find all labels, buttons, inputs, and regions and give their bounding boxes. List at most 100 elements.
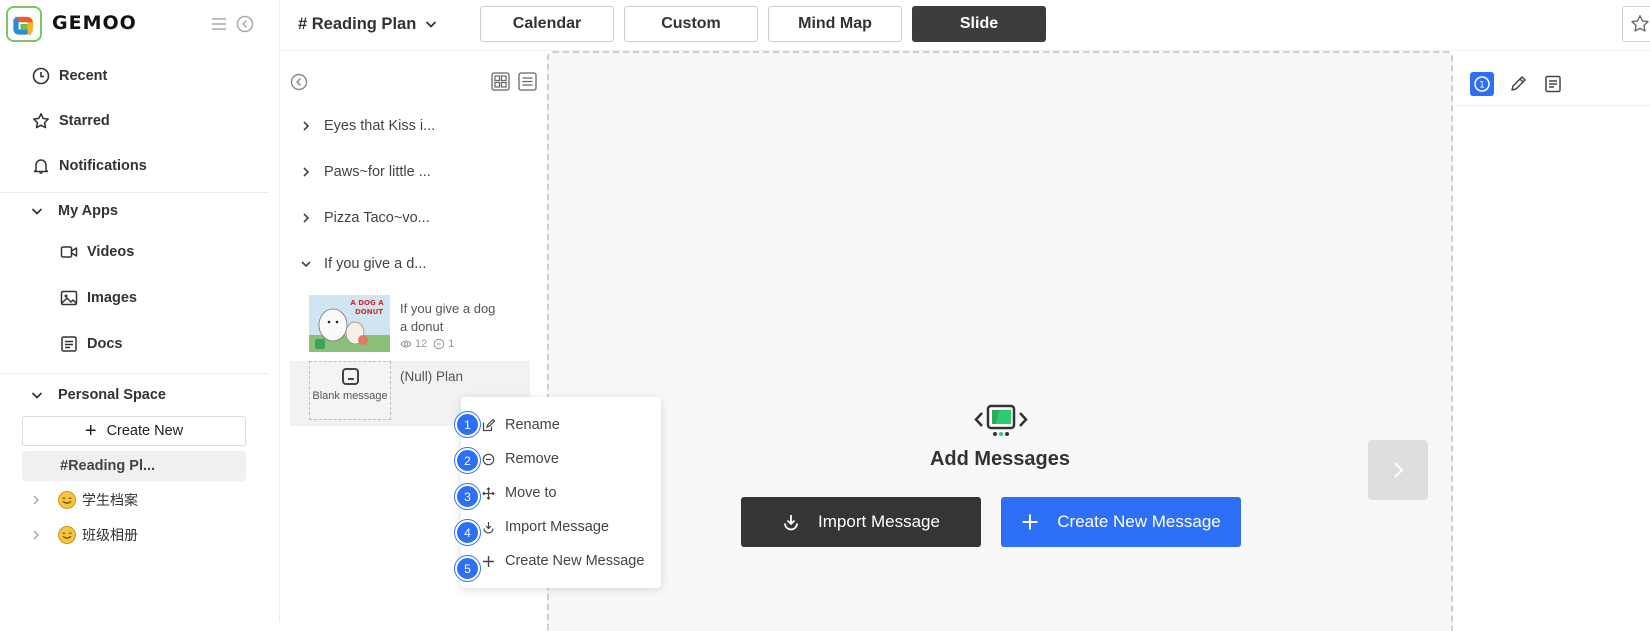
add-messages-icon xyxy=(973,403,1029,437)
outline-item[interactable]: Pizza Taco~vo... xyxy=(300,206,430,230)
my-apps-header[interactable]: My Apps xyxy=(30,199,118,223)
outline-item-label: Pizza Taco~vo... xyxy=(324,210,430,226)
book-thumb-text: A DOG A xyxy=(350,299,384,307)
plus-icon: + xyxy=(84,420,97,442)
create-new-message-button[interactable]: Create New Message xyxy=(1001,497,1241,547)
chevron-right-icon[interactable] xyxy=(30,529,42,541)
step-badge: 4 xyxy=(455,520,480,545)
sidebar-item-videos-label: Videos xyxy=(87,244,135,260)
import-message-button[interactable]: Import Message xyxy=(741,497,981,547)
grid-view-icon[interactable] xyxy=(491,72,510,91)
smile-emoji-icon xyxy=(58,491,76,509)
import-icon xyxy=(482,521,495,534)
menu-item-label: Rename xyxy=(505,417,560,433)
plus-icon xyxy=(482,555,495,568)
eye-icon xyxy=(400,338,412,350)
plan-title-dropdown[interactable]: # Reading Plan xyxy=(298,12,438,36)
chevron-down-icon xyxy=(424,17,438,31)
nav-recent-label: Recent xyxy=(59,68,108,84)
null-plan-label[interactable]: (Null) Plan xyxy=(400,369,463,384)
book-stats: 12 1 xyxy=(400,338,454,350)
sidebar-item-reading-plan[interactable]: #Reading Pl... xyxy=(22,451,246,481)
outline-item[interactable]: Paws~for little ... xyxy=(300,160,431,184)
tab-mind-map[interactable]: Mind Map xyxy=(768,6,902,42)
collapse-sidebar-icon[interactable] xyxy=(236,15,254,33)
chevron-down-icon[interactable] xyxy=(300,258,312,270)
sidebar: GEMOO Recent Starred Notifications My Ap… xyxy=(0,0,280,622)
sidebar-item-student-files-label: 学生档案 xyxy=(82,492,138,508)
menu-item-label: Remove xyxy=(505,451,559,467)
my-apps-label: My Apps xyxy=(58,203,118,219)
create-new-button[interactable]: + Create New xyxy=(22,416,246,446)
pencil-tool-button[interactable] xyxy=(1506,72,1530,96)
step-badge: 3 xyxy=(455,484,480,509)
book-title[interactable]: If you give a dog a donut xyxy=(400,300,500,336)
next-slide-button[interactable] xyxy=(1368,440,1428,500)
step-badge: 2 xyxy=(455,448,480,473)
number-one-icon: 1 xyxy=(1472,74,1492,94)
menu-item-create-new-message[interactable]: Create New Message xyxy=(482,549,644,573)
move-icon xyxy=(482,486,495,500)
edit-icon xyxy=(482,418,495,432)
menu-item-move-to[interactable]: Move to xyxy=(482,481,557,505)
outline-item-label: If you give a d... xyxy=(324,256,427,272)
personal-space-label: Personal Space xyxy=(58,387,166,403)
gemoo-logo[interactable] xyxy=(6,6,42,42)
chevron-right-icon xyxy=(1388,460,1408,480)
create-new-message-label: Create New Message xyxy=(1057,512,1221,531)
menu-item-remove[interactable]: Remove xyxy=(482,447,559,471)
chevron-right-icon[interactable] xyxy=(30,494,42,506)
outline-item-expanded[interactable]: If you give a d... xyxy=(300,252,426,276)
create-new-label: Create New xyxy=(106,423,184,439)
menu-item-rename[interactable]: Rename xyxy=(482,413,560,437)
sidebar-item-videos[interactable]: Videos xyxy=(60,240,134,264)
sidebar-item-class-album[interactable]: 班级相册 xyxy=(30,523,138,547)
doc-icon xyxy=(60,335,78,353)
minus-circle-icon xyxy=(482,453,495,466)
smile-emoji-icon xyxy=(58,526,76,544)
menu-item-label: Create New Message xyxy=(505,553,645,569)
sidebar-divider xyxy=(0,192,268,193)
nav-notifications[interactable]: Notifications xyxy=(32,154,147,178)
numbering-tool-button[interactable]: 1 xyxy=(1470,72,1494,96)
list-view-icon[interactable] xyxy=(518,72,537,91)
blank-message-label: Blank message xyxy=(312,390,388,402)
chevron-right-icon[interactable] xyxy=(300,166,312,178)
star-button[interactable] xyxy=(1622,6,1650,42)
sidebar-item-class-album-label: 班级相册 xyxy=(82,527,138,543)
menu-item-import-message[interactable]: Import Message xyxy=(482,515,609,539)
chevron-right-icon[interactable] xyxy=(300,212,312,224)
plan-title: # Reading Plan xyxy=(298,14,417,33)
chevron-right-icon[interactable] xyxy=(300,120,312,132)
chevron-down-icon xyxy=(30,388,44,402)
tab-custom[interactable]: Custom xyxy=(624,6,758,42)
sidebar-item-images[interactable]: Images xyxy=(60,286,137,310)
collapse-menu-icon[interactable] xyxy=(210,15,228,33)
blank-message-icon xyxy=(341,368,359,385)
clock-icon xyxy=(32,67,50,85)
sidebar-item-docs[interactable]: Docs xyxy=(60,332,122,356)
blank-message-card[interactable]: Blank message xyxy=(309,361,391,420)
nav-starred[interactable]: Starred xyxy=(32,109,110,133)
menu-item-label: Move to xyxy=(505,485,557,501)
slide-canvas xyxy=(547,51,1453,631)
tab-slide[interactable]: Slide xyxy=(912,6,1046,42)
tab-calendar[interactable]: Calendar xyxy=(480,6,614,42)
nav-notifications-label: Notifications xyxy=(59,158,147,174)
book-thumbnail[interactable]: A DOG A DONUT xyxy=(309,295,390,352)
outline-item-label: Eyes that Kiss i... xyxy=(324,118,436,134)
step-badge: 1 xyxy=(455,412,480,437)
sidebar-item-student-files[interactable]: 学生档案 xyxy=(30,488,138,512)
import-message-label: Import Message xyxy=(818,512,940,531)
outline-item[interactable]: Eyes that Kiss i... xyxy=(300,114,435,138)
svg-text:DONUT: DONUT xyxy=(355,308,383,316)
sidebar-item-docs-label: Docs xyxy=(87,336,123,352)
notes-tool-button[interactable] xyxy=(1541,72,1565,96)
personal-space-header[interactable]: Personal Space xyxy=(30,383,166,407)
nav-starred-label: Starred xyxy=(59,113,110,129)
add-messages-title: Add Messages xyxy=(929,448,1071,470)
sidebar-item-images-label: Images xyxy=(87,290,137,306)
nav-recent[interactable]: Recent xyxy=(32,64,107,88)
view-count: 12 xyxy=(415,338,428,350)
collapse-outline-icon[interactable] xyxy=(290,73,308,91)
